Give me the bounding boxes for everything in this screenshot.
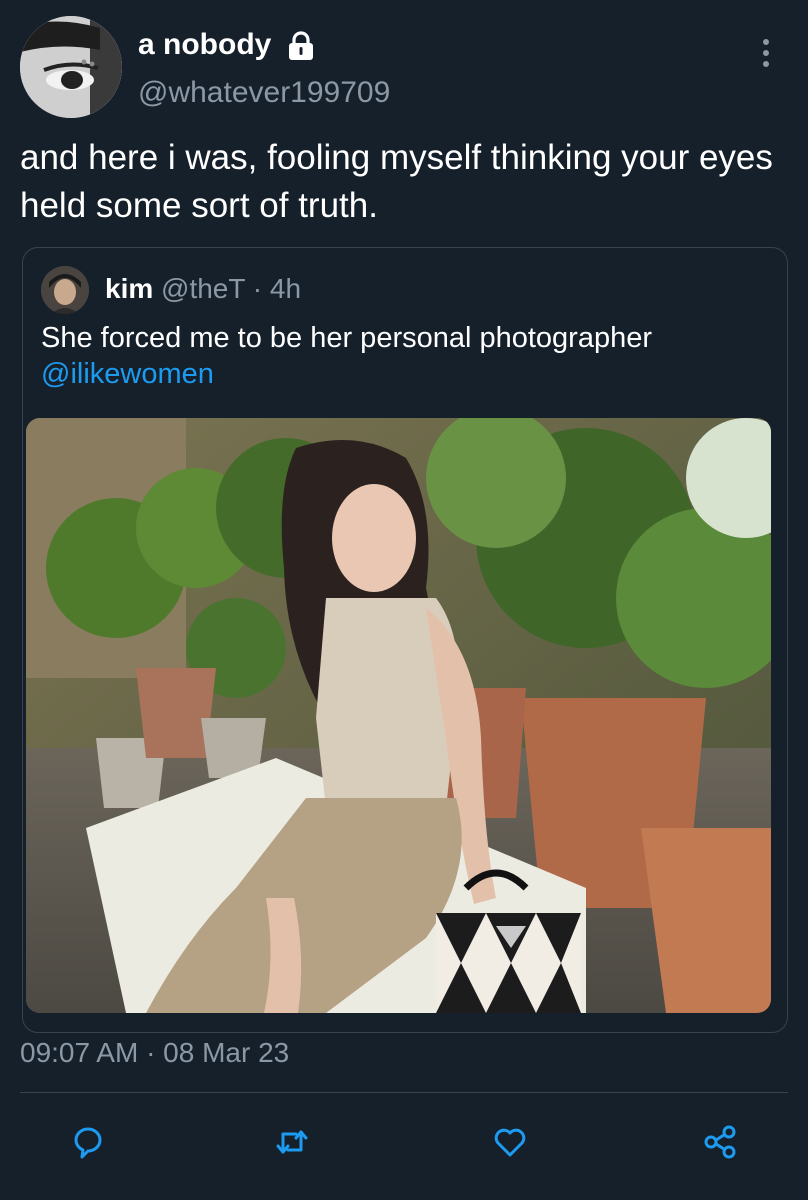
quoted-tweet-photo[interactable]	[26, 418, 771, 1013]
lock-icon	[289, 31, 313, 60]
quoted-tweet-meta: kim @theT · 4h	[105, 272, 301, 306]
tweet-text: and here i was, fooling myself thinking …	[20, 138, 773, 225]
retweet-button[interactable]	[266, 1116, 318, 1168]
quoted-author-avatar[interactable]	[41, 266, 89, 314]
like-button[interactable]	[484, 1116, 536, 1168]
photo-scene	[26, 418, 771, 1013]
tweet-actions-bar	[0, 1112, 808, 1172]
author-display-name[interactable]: a nobody	[138, 28, 271, 62]
meta-separator: ·	[252, 273, 263, 304]
retweet-icon	[276, 1130, 308, 1154]
tweet-detail-view: a nobody @whatever199709 and here i was,…	[0, 0, 808, 1200]
quoted-avatar-photo	[41, 266, 89, 314]
quoted-author-handle[interactable]: @theT	[161, 273, 245, 304]
quoted-author-name[interactable]: kim	[105, 273, 153, 304]
author-avatar[interactable]	[20, 16, 122, 118]
tweet-timestamp[interactable]: 09:07 AM · 08 Mar 23	[20, 1036, 289, 1070]
heart-icon	[494, 1128, 526, 1157]
quoted-text-body: She forced me to be her personal photogr…	[41, 322, 653, 354]
share-button[interactable]	[694, 1116, 746, 1168]
mention-link[interactable]: @ilikewomen	[41, 358, 214, 390]
quoted-tweet-text: She forced me to be her personal photogr…	[41, 320, 771, 392]
avatar-photo	[20, 16, 122, 118]
tweet-header: a nobody @whatever199709	[20, 16, 788, 120]
share-nodes-icon	[704, 1125, 736, 1159]
quoted-tweet-card[interactable]: kim @theT · 4h She forced me to be her p…	[22, 247, 788, 1033]
actions-divider	[20, 1092, 788, 1093]
reply-button[interactable]	[62, 1116, 114, 1168]
author-handle[interactable]: @whatever199709	[138, 76, 390, 110]
more-vertical-icon[interactable]	[756, 36, 776, 70]
speech-bubble-icon	[74, 1127, 102, 1159]
quoted-time-ago: 4h	[269, 273, 302, 304]
